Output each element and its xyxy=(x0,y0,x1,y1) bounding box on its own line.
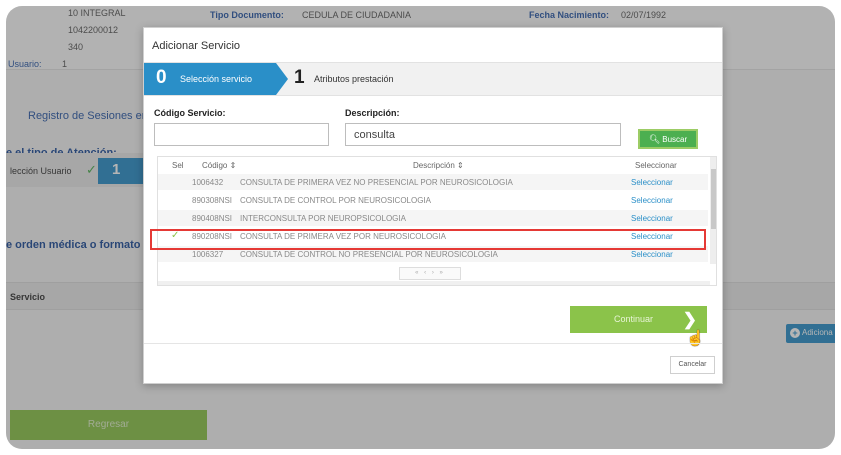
col-seleccionar-header: Seleccionar xyxy=(635,161,677,170)
grid-header: Sel Código ⇕ Descripción ⇕ Seleccionar xyxy=(158,157,708,173)
codigo-servicio-label: Código Servicio: xyxy=(154,108,226,118)
grid-horizontal-scrollbar[interactable] xyxy=(158,281,710,285)
row-descripcion: CONSULTA DE CONTROL POR NEUROSICOLOGIA xyxy=(240,196,431,205)
step-0-label: Selección servicio xyxy=(180,74,253,84)
row-codigo: 890308NSI xyxy=(192,196,233,205)
col-codigo-label: Código xyxy=(202,161,228,170)
table-row[interactable]: 890408NSI INTERCONSULTA POR NEUROPSICOLO… xyxy=(158,210,708,226)
wizard-steps: 0 Selección servicio 1 Atributos prestac… xyxy=(144,62,722,96)
col-codigo-header[interactable]: Código ⇕ xyxy=(202,161,236,170)
buscar-button-label: Buscar xyxy=(662,135,688,144)
buscar-button[interactable]: 🔍︎ Buscar xyxy=(638,129,698,149)
row-descripcion: INTERCONSULTA POR NEUROPSICOLOGIA xyxy=(240,214,406,223)
step-arrow-icon xyxy=(276,63,288,95)
services-grid: Sel Código ⇕ Descripción ⇕ Seleccionar 1… xyxy=(157,156,717,286)
col-sel-header: Sel xyxy=(172,161,184,170)
dialog-footer-divider xyxy=(144,343,722,344)
step-1-number[interactable]: 1 xyxy=(294,67,305,89)
step-1-label[interactable]: Atributos prestación xyxy=(314,74,394,84)
search-icon: 🔍︎ xyxy=(648,134,661,144)
row-seleccionar-link[interactable]: Seleccionar xyxy=(631,196,673,205)
row-codigo: 1006432 xyxy=(192,178,224,187)
sort-icon: ⇕ xyxy=(457,161,464,170)
hand-cursor-icon: ☝ xyxy=(686,330,705,347)
sort-icon: ⇕ xyxy=(229,161,237,170)
screenshot-frame: 10 INTEGRAL 1042200012 340 Usuario: 1 Ti… xyxy=(6,6,835,449)
dialog-title: Adicionar Servicio xyxy=(152,40,241,52)
row-descripcion: CONSULTA DE PRIMERA VEZ NO PRESENCIAL PO… xyxy=(240,178,513,187)
cancelar-button[interactable]: Cancelar xyxy=(670,356,715,374)
grid-vertical-scrollbar[interactable] xyxy=(710,157,716,264)
row-seleccionar-link[interactable]: Seleccionar xyxy=(631,214,673,223)
row-seleccionar-link[interactable]: Seleccionar xyxy=(631,250,673,259)
col-descripcion-header[interactable]: Descripción ⇕ xyxy=(413,161,464,170)
row-codigo: 890408NSI xyxy=(192,214,233,223)
col-descripcion-label: Descripción xyxy=(413,161,455,170)
scrollbar-thumb[interactable] xyxy=(711,169,716,229)
table-row[interactable]: 890308NSI CONSULTA DE CONTROL POR NEUROS… xyxy=(158,192,708,208)
row-descripcion: CONSULTA DE CONTROL NO PRESENCIAL POR NE… xyxy=(240,250,498,259)
adicionar-servicio-dialog: Adicionar Servicio 0 Selección servicio … xyxy=(143,27,723,384)
step-0-number: 0 xyxy=(156,67,167,88)
step-seleccion-servicio[interactable]: 0 Selección servicio xyxy=(144,63,276,95)
descripcion-label: Descripción: xyxy=(345,108,400,118)
descripcion-input[interactable] xyxy=(345,123,621,146)
codigo-servicio-input[interactable] xyxy=(154,123,329,146)
row-codigo: 1006327 xyxy=(192,250,224,259)
table-row[interactable]: 1006432 CONSULTA DE PRIMERA VEZ NO PRESE… xyxy=(158,174,708,190)
selected-row-highlight xyxy=(150,229,706,250)
grid-pager[interactable]: « ‹ › » xyxy=(399,267,461,280)
row-seleccionar-link[interactable]: Seleccionar xyxy=(631,178,673,187)
continuar-button-label: Continuar xyxy=(614,314,654,324)
